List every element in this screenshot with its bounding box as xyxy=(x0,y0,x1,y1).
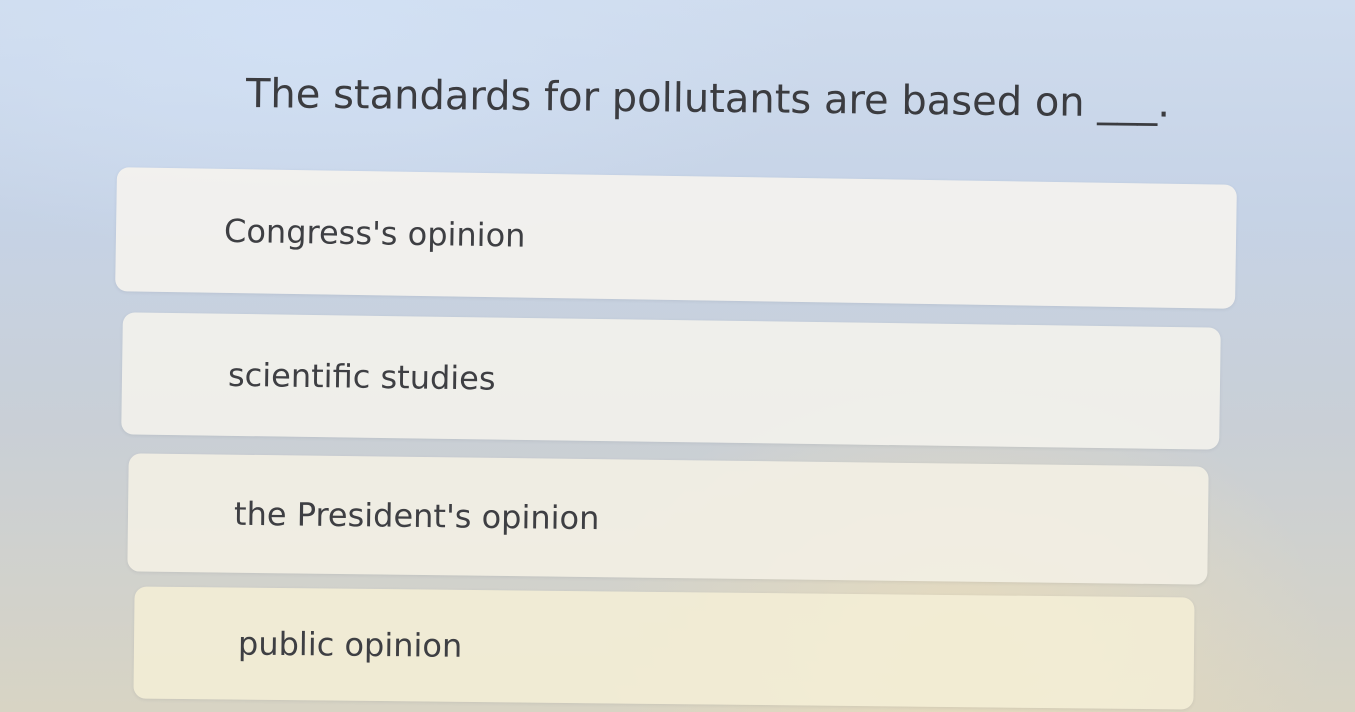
answer-option-label: scientific studies xyxy=(227,355,496,398)
answer-option-label: Congress's opinion xyxy=(223,211,526,255)
answer-option-scientific-studies[interactable]: scientific studies xyxy=(121,312,1221,450)
question-text: The standards for pollutants are based o… xyxy=(245,71,1171,127)
answer-option-label: the President's opinion xyxy=(233,494,600,538)
answer-option-congress[interactable]: Congress's opinion xyxy=(115,167,1237,309)
answer-option-public-opinion[interactable]: public opinion xyxy=(133,586,1195,710)
answer-option-label: public opinion xyxy=(237,624,463,665)
answer-option-president[interactable]: the President's opinion xyxy=(127,453,1209,585)
